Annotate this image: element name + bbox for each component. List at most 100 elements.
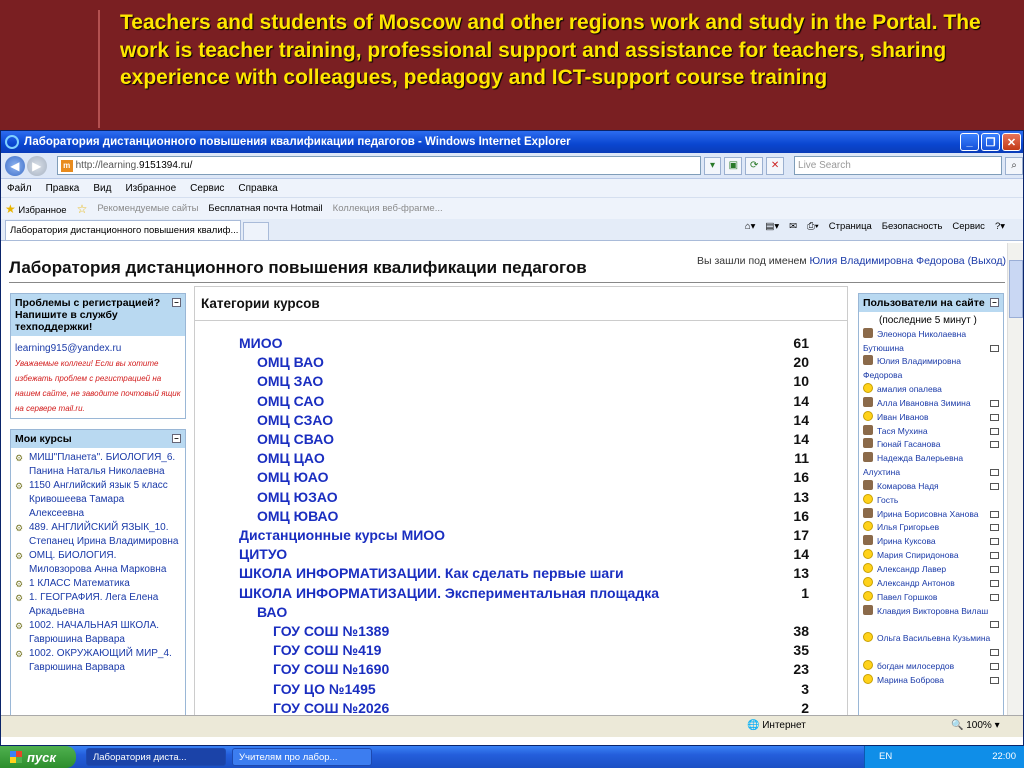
menu-view[interactable]: Вид: [93, 183, 111, 194]
support-email-link[interactable]: learning915@yandex.ru: [15, 343, 181, 354]
course-item[interactable]: ⚙ МИШ"Планета". БИОЛОГИЯ_6. Панина Наталь…: [15, 451, 181, 479]
online-user[interactable]: амалия опалева: [863, 382, 999, 397]
online-user[interactable]: Мария Спиридонова: [863, 549, 999, 563]
fav-item-hotmail[interactable]: Бесплатная почта Hotmail: [208, 203, 322, 214]
course-link[interactable]: МИШ"Планета". БИОЛОГИЯ_6. Панина Наталья…: [29, 451, 181, 479]
online-user[interactable]: Клавдия Викторовна Вилаш: [863, 604, 999, 619]
course-link[interactable]: 1150 Английский язык 5 класс Кривошеева …: [29, 479, 181, 521]
send-message-icon[interactable]: [990, 510, 999, 518]
new-tab-button[interactable]: [243, 222, 269, 240]
online-user[interactable]: Илья Григорьев: [863, 521, 999, 535]
send-message-icon[interactable]: [990, 552, 999, 560]
send-message-icon[interactable]: [990, 621, 999, 629]
category-link[interactable]: ГОУ СОШ №419: [239, 642, 381, 658]
send-message-icon[interactable]: [990, 566, 999, 574]
online-user-name[interactable]: Гость: [877, 495, 898, 505]
dropdown-arrow-icon[interactable]: ▾: [703, 156, 722, 175]
send-message-icon[interactable]: [990, 662, 999, 670]
title-bar[interactable]: Лаборатория дистанционного повышения ква…: [1, 131, 1023, 153]
menu-file[interactable]: Файл: [7, 183, 32, 194]
menu-tools[interactable]: Сервис: [190, 183, 224, 194]
feeds-icon[interactable]: ▤▾: [765, 221, 779, 232]
online-user-name[interactable]: Марина Боброва: [877, 675, 944, 685]
send-message-icon[interactable]: [990, 580, 999, 587]
category-link[interactable]: ГОУ ЦО №1495: [239, 681, 376, 697]
collapse-icon[interactable]: –: [990, 298, 999, 307]
add-favorite-icon[interactable]: ☆: [77, 202, 88, 216]
fav-item-webslices[interactable]: Коллекция веб-фрагме...: [333, 203, 443, 214]
course-item[interactable]: ⚙ 1002. ОКРУЖАЮЩИЙ МИР_4. Гаврюшина Варва…: [15, 647, 181, 675]
user-profile-link[interactable]: Юлия Владимировна Федорова: [810, 255, 965, 267]
online-user[interactable]: Надежда Валерьевна Алухтина: [863, 452, 999, 479]
fav-item-suggested[interactable]: Рекомендуемые сайты: [97, 203, 198, 214]
category-link[interactable]: ГОУ СОШ №1389: [239, 623, 389, 639]
course-link[interactable]: 489. АНГЛИЙСКИЙ ЯЗЫК_10. Степанец Ирина …: [29, 521, 181, 549]
online-user[interactable]: Марина Боброва: [863, 673, 999, 688]
online-user-name[interactable]: Ирина Куксова: [877, 536, 936, 546]
stop-icon[interactable]: ✕: [766, 156, 785, 175]
online-user-name[interactable]: Павел Горшков: [877, 592, 937, 602]
send-message-icon[interactable]: [990, 593, 999, 601]
refresh-icon[interactable]: ⟳: [745, 156, 764, 175]
online-user-name[interactable]: Тася Мухина: [877, 426, 928, 436]
online-user[interactable]: Гюнай Гасанова: [863, 438, 999, 452]
online-user-name[interactable]: Александр Антонов: [877, 578, 955, 588]
logout-link[interactable]: (Выход): [968, 255, 1006, 267]
category-link[interactable]: ОМЦ ЦАО: [239, 450, 325, 466]
menu-edit[interactable]: Правка: [46, 183, 80, 194]
category-link[interactable]: ОМЦ СВАО: [239, 431, 334, 447]
category-link[interactable]: ОМЦ ЮВАО: [239, 508, 338, 524]
course-item[interactable]: ⚙ 489. АНГЛИЙСКИЙ ЯЗЫК_10. Степанец Ирина…: [15, 521, 181, 549]
online-user-name[interactable]: Гюнай Гасанова: [877, 439, 940, 449]
category-link[interactable]: Дистанционные курсы МИОО: [239, 527, 445, 543]
collapse-icon[interactable]: –: [172, 298, 181, 307]
send-message-icon[interactable]: [990, 676, 999, 684]
category-link[interactable]: ОМЦ СЗАО: [239, 412, 333, 428]
print-icon[interactable]: ⎙▾: [807, 221, 819, 232]
online-user[interactable]: Алла Ивановна Зимина: [863, 396, 999, 411]
online-user[interactable]: Иван Иванов: [863, 410, 999, 425]
category-link[interactable]: ГОУ СОШ №1690: [239, 661, 389, 677]
online-user-name[interactable]: Комарова Надя: [877, 481, 939, 491]
minimize-button[interactable]: _: [960, 133, 979, 151]
course-item[interactable]: ⚙ 1. ГЕОГРАФИЯ. Лега Елена Аркадьевна: [15, 591, 181, 619]
compatibility-icon[interactable]: ▣: [724, 156, 743, 175]
course-item[interactable]: ⚙ 1 КЛАСС Математика: [15, 577, 181, 591]
back-button[interactable]: ◀: [5, 155, 25, 176]
category-link[interactable]: ОМЦ ЮЗАО: [239, 489, 338, 505]
online-user-name[interactable]: богдан милосердов: [877, 661, 954, 671]
category-link[interactable]: ОМЦ ВАО: [239, 354, 324, 370]
send-message-icon[interactable]: [990, 482, 999, 490]
online-user[interactable]: Павел Горшков: [863, 590, 999, 605]
category-link[interactable]: ОМЦ САО: [239, 393, 324, 409]
course-link[interactable]: 1002. НАЧАЛЬНАЯ ШКОЛА. Гаврюшина Варвара: [29, 619, 181, 647]
menu-favorites[interactable]: Избранное: [125, 183, 176, 194]
language-indicator[interactable]: EN: [879, 751, 892, 762]
online-user-name[interactable]: Иван Иванов: [877, 412, 929, 422]
online-user-name[interactable]: Клавдия Викторовна Вилаш: [877, 606, 988, 616]
favorites-button[interactable]: ★ Избранное: [5, 202, 67, 216]
online-user[interactable]: Элеонора Николаевна Бутюшина: [863, 328, 999, 355]
send-message-icon[interactable]: [990, 648, 999, 656]
search-input[interactable]: Live Search: [794, 156, 1003, 175]
taskbar-item-teachers[interactable]: Учителям про лабор...: [232, 748, 372, 766]
category-link[interactable]: ШКОЛА ИНФОРМАТИЗАЦИИ. Как сделать первые…: [239, 565, 624, 581]
online-user-name[interactable]: Ольга Васильевна Кузьмина: [877, 633, 990, 643]
start-button[interactable]: пуск: [0, 746, 76, 768]
online-user[interactable]: Ольга Васильевна Кузьмина: [863, 632, 999, 646]
course-link[interactable]: 1002. ОКРУЖАЮЩИЙ МИР_4. Гаврюшина Варвар…: [29, 647, 181, 675]
online-user[interactable]: Комарова Надя: [863, 479, 999, 494]
send-message-icon[interactable]: [990, 441, 999, 449]
mail-icon[interactable]: ✉: [789, 221, 797, 232]
scrollbar-thumb[interactable]: [1009, 260, 1023, 318]
category-link[interactable]: ГОУ СОШ №2026: [239, 700, 389, 715]
category-link[interactable]: ВАО: [239, 604, 287, 620]
send-message-icon[interactable]: [990, 413, 999, 421]
course-item[interactable]: ⚙ 1150 Английский язык 5 класс Кривошеева…: [15, 479, 181, 521]
online-user-name[interactable]: Александр Лавер: [877, 564, 946, 574]
send-message-icon[interactable]: [990, 468, 999, 476]
send-message-icon[interactable]: [990, 399, 999, 407]
online-user-name[interactable]: Ирина Борисовна Ханова: [877, 509, 979, 519]
tab-active[interactable]: Лаборатория дистанционного повышения ква…: [5, 220, 241, 240]
send-message-icon[interactable]: [990, 427, 999, 435]
